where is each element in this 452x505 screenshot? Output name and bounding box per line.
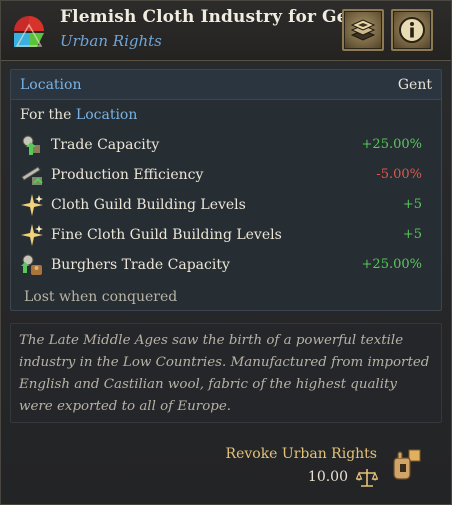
map-layers-button[interactable]: [342, 9, 384, 51]
modifier-name: Production Efficiency: [51, 167, 204, 183]
privilege-category: Urban Rights: [60, 32, 162, 50]
modifier-row: Burghers Trade Capacity +25.00%: [11, 250, 441, 280]
scope-prefix: For the: [20, 107, 76, 123]
modifier-name: Fine Cloth Guild Building Levels: [51, 227, 282, 243]
location-row: Location Gent: [11, 70, 441, 100]
privilege-triangle-icon: [14, 16, 44, 47]
page-title: Flemish Cloth Industry for Gent: [60, 7, 369, 27]
location-label[interactable]: Location: [20, 77, 81, 93]
modifier-row: Trade Capacity +25.00%: [11, 130, 441, 160]
revoke-label[interactable]: Revoke Urban Rights: [226, 446, 377, 462]
modifier-row: Cloth Guild Building Levels +5: [11, 190, 441, 220]
scales-icon: [356, 469, 378, 487]
location-value[interactable]: Gent: [398, 77, 432, 93]
sparkle-building-icon: [21, 194, 43, 216]
lost-when-conquered-note: Lost when conquered: [24, 289, 178, 305]
revoke-cost: 10.00: [307, 469, 348, 485]
modifier-value: +5: [402, 227, 422, 242]
scope-link[interactable]: Location: [76, 107, 137, 123]
modifier-name: Burghers Trade Capacity: [51, 257, 230, 273]
modifier-name: Cloth Guild Building Levels: [51, 197, 246, 213]
hand-revoke-icon[interactable]: [389, 448, 423, 482]
info-icon: [399, 17, 425, 43]
scope-line: For the Location: [20, 107, 137, 123]
modifiers-panel: Location Gent For the Location Trade Cap…: [10, 69, 442, 311]
modifier-value: +25.00%: [361, 137, 422, 152]
modifier-value: +25.00%: [361, 257, 422, 272]
modifier-name: Trade Capacity: [51, 137, 160, 153]
burghers-icon: [21, 254, 42, 275]
modifier-row: Fine Cloth Guild Building Levels +5: [11, 220, 441, 250]
privilege-tooltip: Flemish Cloth Industry for Gent Urban Ri…: [0, 0, 452, 505]
modifier-value: -5.00%: [376, 167, 422, 182]
modifier-row: Production Efficiency -5.00%: [11, 160, 441, 190]
sparkle-building-icon: [21, 224, 43, 246]
tooltip-header: Flemish Cloth Industry for Gent Urban Ri…: [1, 1, 451, 61]
map-layers-icon: [350, 19, 376, 41]
flavor-description: The Late Middle Ages saw the birth of a …: [10, 323, 442, 423]
info-button[interactable]: [391, 9, 433, 51]
production-efficiency-icon: [21, 166, 43, 185]
modifier-value: +5: [402, 197, 422, 212]
trade-capacity-icon: [22, 135, 40, 155]
